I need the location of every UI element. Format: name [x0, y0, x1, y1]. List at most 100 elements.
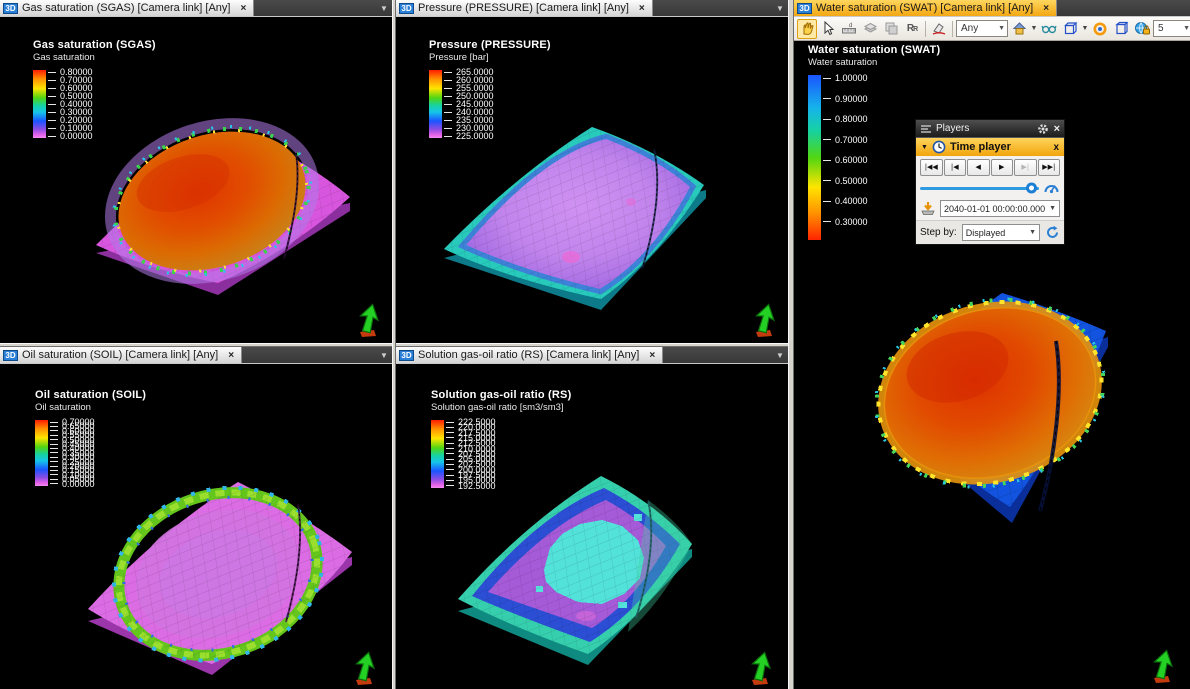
tab-list-dropdown[interactable]: ▼ [772, 347, 788, 363]
select-cursor-icon [821, 21, 836, 36]
legend-tick: 0.50000 [823, 177, 868, 185]
legend-tick: 0.80000 [823, 115, 868, 123]
north-arrow-icon [752, 303, 778, 339]
home-view-button[interactable] [1009, 19, 1029, 39]
measure-distance-button[interactable]: d [839, 19, 859, 39]
stereo-glasses-button[interactable] [1039, 19, 1059, 39]
pan-tool-button[interactable] [797, 19, 817, 39]
tabbar-pressure: 3D Pressure (PRESSURE) [Camera link] [An… [396, 0, 788, 17]
close-tab-icon[interactable]: × [1043, 3, 1049, 14]
close-tab-icon[interactable]: × [649, 350, 655, 361]
timestep-combo[interactable]: 2040-01-01 00:00:00.000 ▼ [940, 200, 1060, 217]
view-filter-value: Any [961, 23, 978, 34]
viewport-rs[interactable]: Solution gas-oil ratio (RS) Solution gas… [396, 364, 788, 689]
tab-oil-saturation[interactable]: 3D Oil saturation (SOIL) [Camera link] [… [0, 347, 242, 363]
tab-title: Solution gas-oil ratio (RS) [Camera link… [418, 349, 639, 361]
tabbar-rs: 3D Solution gas-oil ratio (RS) [Camera l… [396, 347, 788, 364]
step-by-value: Displayed [966, 228, 1006, 238]
copy-view-button[interactable] [881, 19, 901, 39]
world-lock-button[interactable] [1132, 19, 1152, 39]
chevron-down-icon: ▼ [1180, 25, 1190, 32]
orbit-center-button[interactable] [1090, 19, 1110, 39]
legend-subtitle: Oil saturation [35, 402, 146, 413]
set-camera-button[interactable] [929, 19, 949, 39]
horizontal-splitter[interactable] [396, 343, 788, 347]
frame-count-combo[interactable]: 5 ▼ [1153, 20, 1190, 37]
legend-subtitle: Pressure [bar] [429, 52, 551, 63]
view-filter-combo[interactable]: Any ▼ [956, 20, 1008, 37]
transport-controls: |◀◀|◀◀▶▶|▶▶| [920, 159, 1060, 176]
play-forward-button[interactable]: ▶ [991, 159, 1014, 176]
skip-to-end-button[interactable]: ▶▶| [1038, 159, 1061, 176]
legend-tick: 192.5000 [446, 482, 496, 490]
tab-list-dropdown[interactable]: ▼ [772, 0, 788, 16]
toolbar-separator [952, 21, 953, 37]
time-slider[interactable] [920, 187, 1039, 190]
rr-views-button[interactable]: RR [902, 19, 922, 39]
legend-ticks: 0.700000.650000.600000.550000.500000.450… [50, 420, 120, 486]
step-by-label: Step by: [920, 227, 957, 238]
legend-soil: Oil saturation (SOIL) Oil saturation 0.7… [35, 389, 146, 486]
step-by-row: Step by: Displayed ▼ [916, 220, 1064, 244]
tab-title: Oil saturation (SOIL) [Camera link] [Any… [22, 349, 218, 361]
players-titlebar[interactable]: Players × [916, 120, 1064, 137]
application-window: 3D Gas saturation (SGAS) [Camera link] [… [0, 0, 1190, 689]
time-slider-thumb[interactable] [1026, 183, 1037, 194]
playback-speed-icon[interactable] [1043, 180, 1060, 196]
3d-view-icon: 3D [399, 350, 414, 361]
tab-water-saturation[interactable]: 3D Water saturation (SWAT) [Camera link]… [794, 0, 1057, 16]
gear-icon[interactable] [1037, 123, 1049, 135]
clock-icon [932, 140, 946, 154]
legend-ticks: 0.800000.700000.600000.500000.400000.300… [48, 70, 118, 138]
view-cube-dropdown[interactable]: ▼ [1081, 25, 1089, 32]
legend-subtitle: Water saturation [808, 57, 940, 68]
apply-timestep-icon[interactable] [920, 201, 936, 216]
rr-views-icon: RR [907, 23, 917, 34]
play-backward-button[interactable]: ◀ [967, 159, 990, 176]
time-player-title: Time player [950, 141, 1011, 153]
tab-pressure[interactable]: 3D Pressure (PRESSURE) [Camera link] [An… [396, 0, 653, 16]
tab-solution-gas-oil-ratio[interactable]: 3D Solution gas-oil ratio (RS) [Camera l… [396, 347, 663, 363]
close-time-player-icon[interactable]: x [1053, 142, 1059, 153]
close-tab-icon[interactable]: × [228, 350, 234, 361]
tab-gas-saturation[interactable]: 3D Gas saturation (SGAS) [Camera link] [… [0, 0, 254, 16]
step-by-combo[interactable]: Displayed ▼ [962, 224, 1040, 241]
horizontal-splitter[interactable] [0, 343, 392, 347]
step-backward-button[interactable]: |◀ [944, 159, 967, 176]
close-tab-icon[interactable]: × [240, 3, 246, 14]
view-cube-icon [1063, 21, 1078, 36]
close-tab-icon[interactable]: × [639, 3, 645, 14]
timestep-value: 2040-01-01 00:00:00.000 [944, 204, 1045, 214]
viewport-swat[interactable]: Water saturation (SWAT) Water saturation… [794, 41, 1190, 689]
layers-icon [863, 21, 878, 36]
collapse-caret-icon[interactable]: ▼ [921, 144, 928, 151]
vertical-splitter[interactable] [788, 0, 794, 689]
tab-list-dropdown[interactable]: ▼ [376, 347, 392, 363]
chevron-down-icon: ▼ [995, 25, 1005, 32]
zoom-box-button[interactable] [1111, 19, 1131, 39]
time-player-header[interactable]: ▼ Time player x [916, 137, 1064, 156]
legend-title: Solution gas-oil ratio (RS) [431, 389, 571, 401]
home-view-dropdown[interactable]: ▼ [1030, 25, 1038, 32]
orbit-center-icon [1092, 21, 1108, 37]
select-cursor-button[interactable] [818, 19, 838, 39]
step-forward-button[interactable]: ▶| [1014, 159, 1037, 176]
close-players-icon[interactable]: × [1054, 124, 1060, 134]
legend-subtitle: Gas saturation [33, 52, 156, 63]
panel-pressure: 3D Pressure (PRESSURE) [Camera link] [An… [396, 0, 788, 343]
refresh-icon[interactable] [1045, 225, 1060, 240]
legend-tick: 0.30000 [823, 218, 868, 226]
legend-subtitle: Solution gas-oil ratio [sm3/sm3] [431, 402, 571, 413]
view-cube-button[interactable] [1060, 19, 1080, 39]
3d-view-icon: 3D [399, 3, 414, 14]
layers-button[interactable] [860, 19, 880, 39]
viewport-sgas[interactable]: Gas saturation (SGAS) Gas saturation 0.8… [0, 17, 392, 343]
tab-list-dropdown[interactable]: ▼ [376, 0, 392, 16]
viewport-pressure[interactable]: Pressure (PRESSURE) Pressure [bar] 265.0… [396, 17, 788, 343]
viewport-soil[interactable]: Oil saturation (SOIL) Oil saturation 0.7… [0, 364, 392, 689]
legend-sgas: Gas saturation (SGAS) Gas saturation 0.8… [33, 39, 156, 138]
legend-tick: 0.40000 [823, 197, 868, 205]
skip-to-start-button[interactable]: |◀◀ [920, 159, 943, 176]
pan-tool-icon [800, 21, 815, 36]
north-arrow-icon [356, 303, 382, 339]
